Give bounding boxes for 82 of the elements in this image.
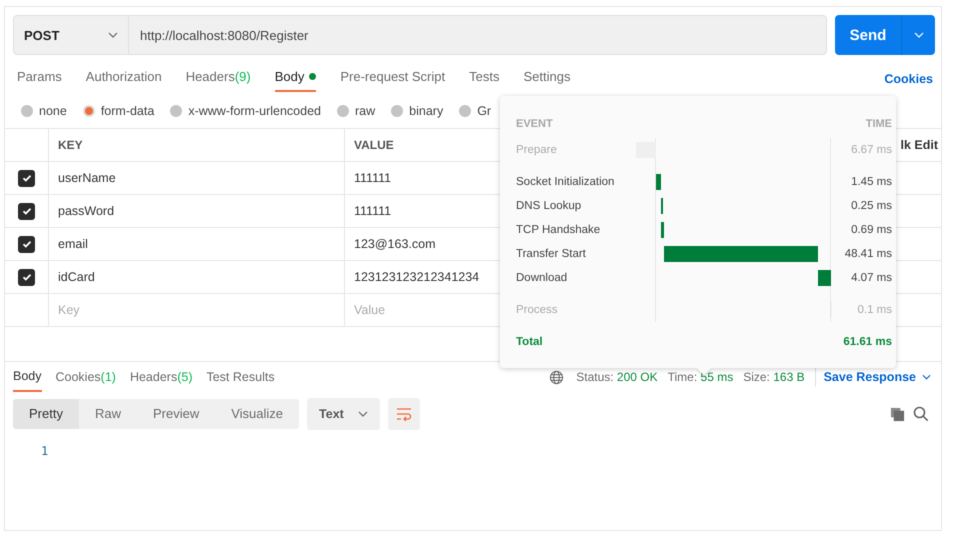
search-icon[interactable]	[913, 406, 929, 422]
event-name: Transfer Start	[516, 248, 587, 260]
key-input[interactable]: Key	[58, 303, 258, 317]
view-mode-tab[interactable]: Visualize	[215, 399, 300, 429]
request-tab[interactable]: Headers(9)	[186, 66, 251, 92]
event-name: DNS Lookup	[516, 200, 582, 212]
request-tab[interactable]: Settings	[523, 66, 570, 92]
line-number: 1	[41, 444, 50, 458]
table-cell: idCard	[58, 270, 95, 284]
view-mode-tab[interactable]: Preview	[136, 399, 216, 429]
view-mode-tab[interactable]: Pretty	[13, 399, 79, 429]
body-type-radio[interactable]: Gr	[459, 104, 492, 118]
chevron-icon	[358, 411, 368, 417]
body-type-radio[interactable]: form-data	[82, 104, 154, 118]
total-time: 61.61 ms	[843, 336, 892, 348]
chevron-icon	[914, 32, 924, 38]
body-type-radio[interactable]: binary	[391, 104, 444, 118]
timing-bar	[661, 222, 664, 238]
chevron-icon	[922, 374, 931, 380]
column-header: EVENT	[516, 118, 553, 130]
column-header: VALUE	[354, 138, 394, 152]
request-tab[interactable]: Tests	[469, 66, 500, 92]
row-checkbox[interactable]	[18, 236, 35, 252]
response-tab[interactable]: Body	[13, 362, 42, 392]
total-label: Total	[516, 336, 543, 348]
request-tab[interactable]: Params	[17, 66, 62, 92]
cookies-link[interactable]: Cookies	[884, 72, 933, 86]
table-cell: 123@163.com	[354, 237, 436, 251]
event-time: 0.69 ms	[850, 224, 892, 236]
copy-icon[interactable]	[890, 406, 905, 422]
url-field[interactable]: http://localhost:8080/Register	[129, 15, 827, 55]
event-name: Prepare	[516, 144, 558, 156]
timing-bar	[660, 198, 663, 214]
table-cell: userName	[58, 171, 116, 185]
checkmark-icon	[20, 238, 32, 250]
body-type-radio[interactable]: x-www-form-urlencoded	[170, 104, 321, 118]
table-cell: email	[58, 237, 88, 251]
checkmark-icon	[20, 205, 32, 217]
chevron-icon	[108, 32, 118, 38]
row-checkbox[interactable]	[18, 268, 35, 286]
timing-bar	[818, 270, 831, 286]
event-name: Download	[516, 272, 568, 284]
method-dropdown[interactable]: POST	[13, 15, 129, 55]
table-cell: 111111	[354, 171, 392, 185]
event-time: 0.25 ms	[850, 200, 892, 212]
format-dropdown[interactable]: Text	[307, 398, 380, 430]
row-checkbox[interactable]	[18, 202, 35, 220]
request-tab[interactable]: Pre-request Script	[340, 66, 446, 92]
response-tab[interactable]: Headers(5)	[130, 362, 192, 392]
event-time: 1.45 ms	[850, 176, 892, 188]
response-tab[interactable]: Test Results	[206, 362, 275, 392]
table-cell: passWord	[58, 204, 114, 218]
column-header: TIME	[866, 118, 892, 130]
wrap-icon	[396, 407, 412, 421]
checkmark-icon	[20, 271, 32, 283]
globe-icon[interactable]	[549, 370, 564, 384]
bulk-edit-link[interactable]: lk Edit	[900, 138, 938, 152]
row-checkbox[interactable]	[18, 170, 35, 186]
response-tab[interactable]: Cookies(1)	[56, 362, 116, 392]
request-tab[interactable]: Body	[274, 66, 316, 92]
request-tab[interactable]: Authorization	[86, 66, 162, 92]
body-type-radio[interactable]: raw	[337, 104, 376, 118]
body-type-radio[interactable]: none	[21, 104, 67, 118]
response-meta: Size: 163 B	[743, 370, 805, 384]
table-cell: 111111	[354, 204, 392, 218]
view-mode-tab[interactable]: Raw	[78, 399, 137, 429]
save-response-button[interactable]: Save Response	[824, 370, 931, 384]
event-time: 4.07 ms	[850, 272, 892, 284]
table-cell: 123123123212341234	[354, 270, 480, 284]
send-button[interactable]: Send	[835, 15, 901, 55]
column-header: KEY	[58, 138, 83, 152]
wrap-lines-button[interactable]	[388, 398, 420, 430]
timing-bar	[656, 174, 661, 190]
response-meta: Status: 200 OK	[576, 370, 658, 384]
event-time: 6.67 ms	[850, 144, 892, 156]
event-time: 48.41 ms	[844, 248, 892, 260]
checkmark-icon	[20, 172, 32, 184]
event-name: Socket Initialization	[516, 176, 616, 188]
event-time: 0.1 ms	[856, 304, 892, 316]
event-name: TCP Handshake	[516, 224, 602, 236]
event-name: Process	[516, 304, 559, 316]
response-meta: Time: 55 ms	[668, 370, 734, 384]
